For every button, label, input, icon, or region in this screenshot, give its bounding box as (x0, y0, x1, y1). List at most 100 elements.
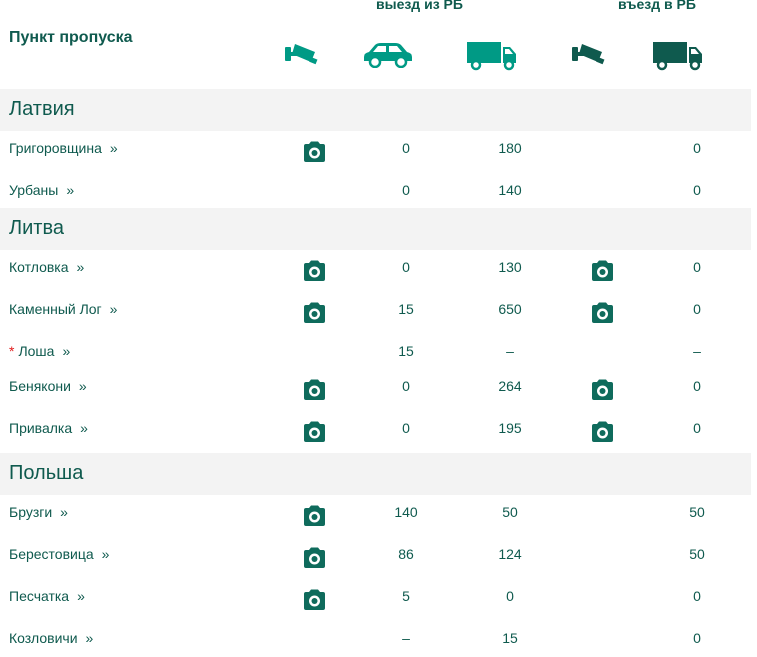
exit-truck-count: 180 (498, 140, 522, 156)
chevron-double-right-icon: » (109, 140, 118, 156)
table-row: Котловка » 0 130 0 (0, 250, 751, 292)
exit-truck-count: 130 (498, 259, 522, 275)
checkpoint-name: Котловка (9, 259, 69, 275)
photo-camera-icon[interactable] (302, 547, 327, 569)
photo-camera-icon[interactable] (590, 260, 615, 282)
table-row: Каменный Лог » 15 650 0 (0, 292, 751, 334)
photo-camera-icon[interactable] (302, 379, 327, 401)
checkpoint-name: Каменный Лог (9, 301, 102, 317)
chevron-double-right-icon: » (101, 546, 110, 562)
table-row: Брузги » 140 50 50 (0, 495, 751, 537)
chevron-double-right-icon: » (109, 301, 118, 317)
section-header: Латвия (0, 89, 751, 131)
checkpoint-link[interactable]: Песчатка » (9, 588, 85, 604)
photo-camera-icon[interactable] (302, 589, 327, 611)
table-row: Берестовица » 86 124 50 (0, 537, 751, 579)
entry-truck-count: 0 (693, 630, 701, 646)
checkpoint-name: Лоша (18, 343, 55, 359)
checkpoint-link[interactable]: Урбаны » (9, 182, 74, 198)
checkpoint-name: Бенякони (9, 378, 71, 394)
exit-truck-count: 124 (498, 546, 522, 562)
exit-truck-count: – (506, 343, 514, 359)
chevron-double-right-icon: » (78, 378, 87, 394)
exit-car-count: 0 (402, 259, 410, 275)
checkpoint-link[interactable]: Брузги » (9, 504, 68, 520)
photo-camera-icon[interactable] (590, 421, 615, 443)
checkpoint-name: Берестовица (9, 546, 94, 562)
camera-cctv-icon (285, 44, 318, 65)
entry-truck-count: 0 (693, 140, 701, 156)
table-row: Песчатка » 5 0 0 (0, 579, 751, 621)
entry-truck-count: – (693, 343, 701, 359)
chevron-double-right-icon: » (80, 420, 88, 436)
exit-truck-count: 195 (498, 420, 522, 436)
entry-truck-count: 0 (693, 588, 701, 604)
photo-camera-icon[interactable] (590, 302, 615, 324)
chevron-double-right-icon: » (77, 588, 85, 604)
checkpoint-link[interactable]: Бенякони » (9, 378, 87, 394)
checkpoint-link[interactable]: Григоровщина » (9, 140, 118, 156)
checkpoint-link[interactable]: Котловка » (9, 259, 84, 275)
exit-car-count: 5 (402, 588, 410, 604)
exit-truck-count: 264 (498, 378, 522, 394)
entry-truck-count: 0 (693, 378, 701, 394)
entry-truck-count: 0 (693, 420, 701, 436)
camera-cctv-icon (572, 44, 605, 65)
table-row: Бенякони » 0 264 0 (0, 369, 751, 411)
table-header: Пункт пропуска выезд из РБ въезд в РБ (0, 0, 757, 88)
photo-camera-icon[interactable] (590, 379, 615, 401)
chevron-double-right-icon: » (66, 182, 75, 198)
column-group-entry: въезд в РБ (618, 0, 696, 12)
section-header: Польша (0, 453, 751, 495)
chevron-double-right-icon: » (76, 259, 85, 275)
column-group-exit: выезд из РБ (376, 0, 463, 12)
photo-camera-icon[interactable] (302, 302, 327, 324)
checkpoint-name: Песчатка (9, 588, 70, 604)
entry-truck-count: 0 (693, 301, 701, 317)
checkpoint-name: Урбаны (9, 182, 59, 198)
section-title: Латвия (9, 98, 75, 120)
checkpoint-link[interactable]: * Лоша » (9, 343, 70, 359)
exit-car-count: 0 (402, 378, 410, 394)
photo-camera-icon[interactable] (302, 505, 327, 527)
checkpoint-link[interactable]: Привалка » (9, 420, 88, 436)
truck-icon (467, 42, 516, 71)
car-icon (364, 43, 412, 68)
exit-car-count: 0 (402, 182, 410, 198)
entry-truck-count: 0 (693, 259, 701, 275)
chevron-double-right-icon: » (62, 343, 71, 359)
checkpoint-link[interactable]: Козловичи » (9, 630, 93, 646)
exit-car-count: 140 (394, 504, 418, 520)
exit-car-count: – (402, 630, 410, 646)
exit-truck-count: 650 (498, 301, 522, 317)
checkpoint-link[interactable]: Берестовица » (9, 546, 109, 562)
table-row: Привалка » 0 195 0 (0, 411, 751, 453)
photo-camera-icon[interactable] (302, 141, 327, 163)
checkpoint-name: Привалка (9, 420, 73, 436)
exit-truck-count: 140 (498, 182, 522, 198)
chevron-double-right-icon: » (85, 630, 94, 646)
photo-camera-icon[interactable] (302, 260, 327, 282)
exit-car-count: 0 (402, 420, 410, 436)
checkpoint-name: Козловичи (9, 630, 78, 646)
checkpoint-name: Григоровщина (9, 140, 102, 156)
entry-truck-count: 0 (693, 182, 701, 198)
section-title: Польша (9, 462, 84, 484)
entry-truck-count: 50 (689, 504, 705, 520)
photo-camera-icon[interactable] (302, 421, 327, 443)
exit-car-count: 0 (402, 140, 410, 156)
chevron-double-right-icon: » (60, 504, 68, 520)
exit-truck-count: 50 (502, 504, 518, 520)
asterisk-marker: * (9, 343, 15, 359)
table-row: Григоровщина » 0 180 0 (0, 131, 751, 173)
exit-car-count: 15 (398, 343, 414, 359)
exit-truck-count: 15 (502, 630, 518, 646)
section-title: Литва (9, 217, 64, 239)
checkpoint-link[interactable]: Каменный Лог » (9, 301, 117, 317)
exit-truck-count: 0 (506, 588, 514, 604)
section-header: Литва (0, 208, 751, 250)
table-row: Козловичи » – 15 0 (0, 621, 751, 657)
truck-icon (653, 42, 702, 71)
exit-car-count: 15 (398, 301, 414, 317)
column-title-checkpoint: Пункт пропуска (9, 29, 133, 46)
